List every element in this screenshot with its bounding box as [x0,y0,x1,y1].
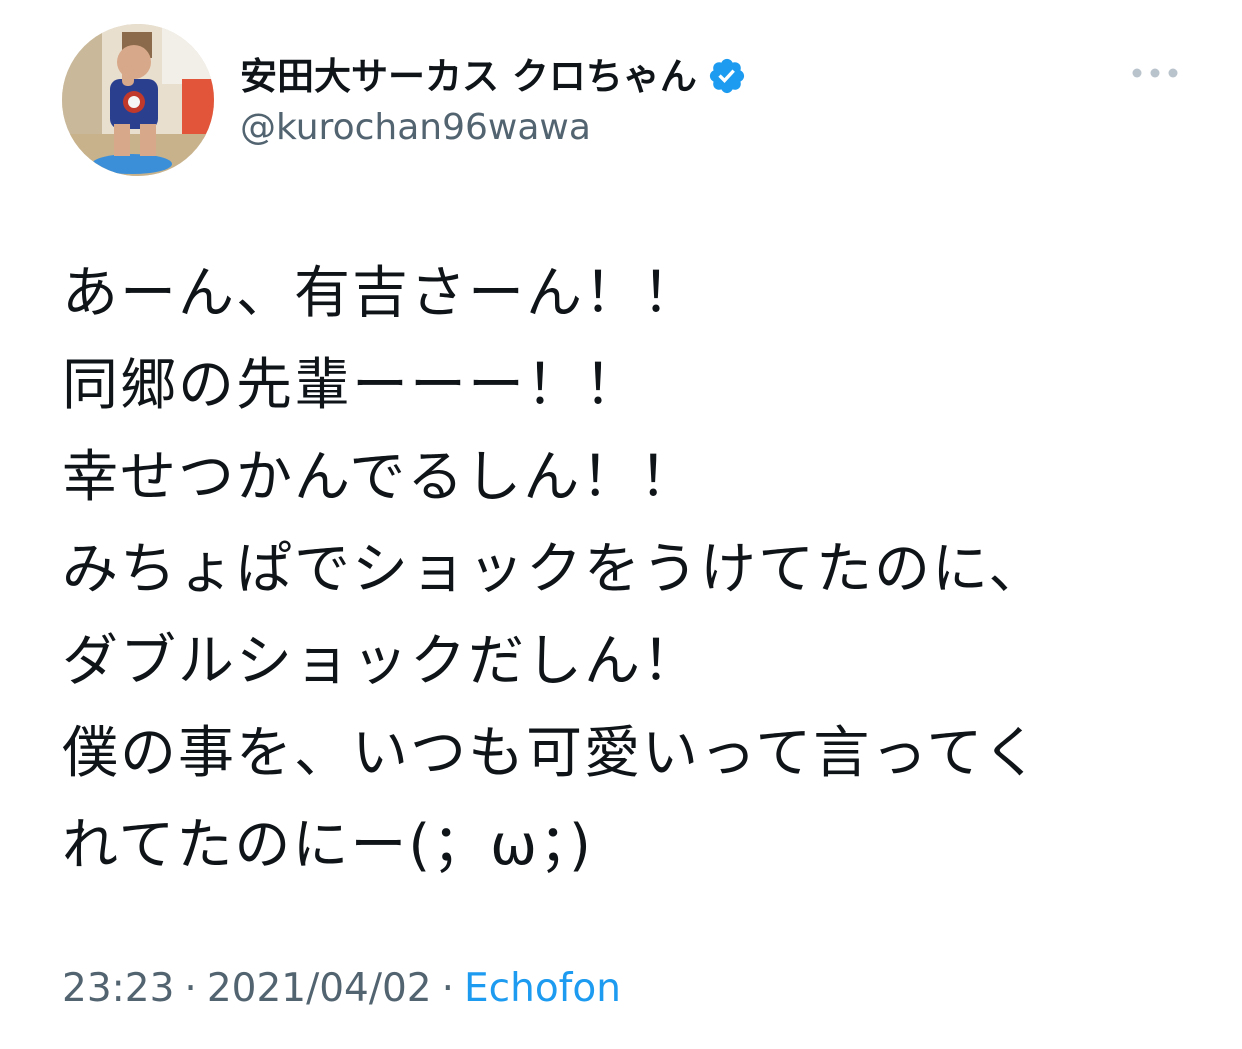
tweet-text-line: あーん、有吉さーん！！ [62,261,700,326]
tweet-text-line: みちょぱでショックをうけてたのに、 [62,537,1047,602]
tweet-date[interactable]: 2021/04/02 [207,966,432,1011]
tweet-text-line: 同郷の先輩ーーー！！ [62,353,642,418]
avatar-photo [62,24,214,176]
tweet-source-link[interactable]: Echofon [464,966,621,1011]
tweet-text-line: 幸せつかんでるしん！！ [62,445,698,510]
tweet-text-line: ダブルショックだしん！ [62,629,700,694]
meta-separator: · [184,966,197,1011]
author-handle[interactable]: @kurochan96wawa [240,108,591,148]
more-options-icon[interactable] [1128,58,1182,88]
tweet-time[interactable]: 23:23 [62,966,174,1011]
tweet-text: あーん、有吉さーん！！ 同郷の先輩ーーー！！ 幸せつかんでるしん！！ みちょぱで… [62,248,1212,892]
tweet-text-line: 僕の事を、いつも可愛いって言ってく [62,721,1041,786]
tweet-meta: 23:23 · 2021/04/02 · Echofon [62,966,621,1013]
tweet-text-line: れてたのにー(；ω；) [62,813,593,878]
meta-separator: · [441,966,455,1011]
author-display-name[interactable]: 安田大サーカス クロちゃん [240,58,697,95]
author-avatar[interactable] [62,24,214,176]
author-name-row[interactable]: 安田大サーカス クロちゃん [240,48,747,104]
verified-badge-icon [709,58,744,94]
